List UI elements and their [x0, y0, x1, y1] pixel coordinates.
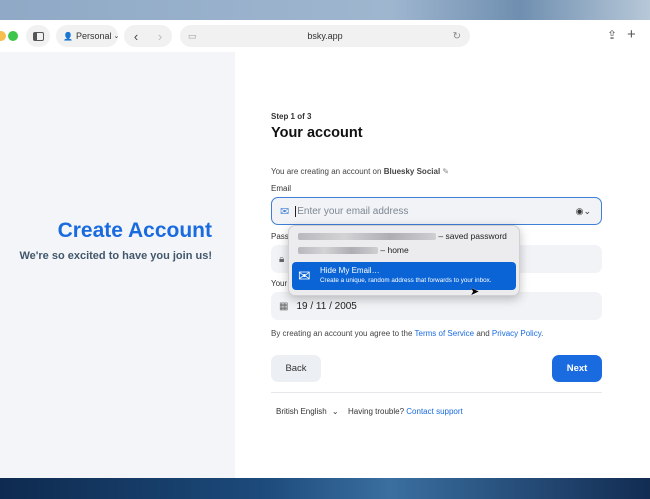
birth-date-input[interactable]: ▦ 19 / 11 / 2005 — [271, 292, 602, 320]
trouble-text: Having trouble? — [348, 407, 405, 416]
hide-my-email-description: Create a unique, random address that for… — [320, 277, 492, 284]
mouse-cursor-icon: ➤ — [470, 286, 480, 298]
email-label: Email — [271, 184, 292, 193]
email-input[interactable]: ✉ Enter your email address ◉⌄ — [271, 197, 602, 225]
language-value: British English — [276, 407, 327, 416]
welcome-subtitle: We're so excited to have you join us! — [19, 250, 212, 262]
share-icon[interactable]: ⇪ — [607, 28, 617, 42]
reload-icon[interactable]: ↻ — [453, 31, 461, 42]
help-line: Having trouble? Contact support — [348, 407, 463, 416]
back-nav-icon[interactable]: ‹ — [134, 29, 138, 44]
provider-line: You are creating an account on Bluesky S… — [271, 167, 449, 176]
autofill-home-item[interactable]: – home — [298, 245, 409, 255]
terms-line: By creating an account you agree to the … — [271, 329, 543, 338]
address-bar[interactable]: ▭ bsky.app ↻ — [180, 25, 470, 47]
birth-date-value: 19 / 11 / 2005 — [296, 300, 357, 312]
chevron-down-icon: ⌄ — [331, 407, 339, 416]
privacy-link[interactable]: Privacy Policy — [492, 329, 541, 338]
new-tab-icon[interactable]: + — [627, 26, 636, 43]
forward-nav-icon[interactable]: › — [158, 29, 162, 44]
profile-label: Personal — [75, 31, 112, 41]
calendar-icon: ▦ — [279, 300, 289, 312]
email-placeholder: Enter your email address — [297, 205, 409, 217]
sidebar-toggle-button[interactable] — [26, 25, 50, 47]
blurred-email — [298, 233, 436, 241]
envelope-icon: ✉ — [280, 205, 290, 218]
language-select[interactable]: British English ⌄ — [276, 407, 339, 416]
envelope-icon: ✉ — [298, 268, 311, 285]
edit-pencil-icon[interactable]: ✎ — [442, 167, 449, 176]
hide-my-email-item[interactable]: ✉ Hide My Email… Create a unique, random… — [292, 262, 516, 290]
autofill-popup: – saved password – home ✉ Hide My Email…… — [288, 225, 520, 296]
profile-button[interactable]: 👤 Personal ⌄ — [56, 25, 120, 47]
desktop-wallpaper — [0, 0, 650, 20]
left-panel — [0, 52, 235, 478]
sidebar-icon — [32, 31, 44, 41]
autofill-saved-password-item[interactable]: – saved password — [298, 231, 507, 241]
maximize-window-button[interactable] — [8, 31, 18, 41]
terms-and: and — [476, 329, 490, 338]
step-indicator: Step 1 of 3 — [271, 112, 312, 121]
home-suffix: – home — [380, 245, 409, 255]
form-heading: Your account — [271, 125, 363, 141]
provider-prefix: You are creating an account on — [271, 167, 382, 176]
chevron-down-icon: ⌄ — [113, 33, 120, 40]
terms-prefix: By creating an account you agree to the — [271, 329, 413, 338]
saved-password-suffix: – saved password — [438, 231, 507, 241]
terms-link[interactable]: Terms of Service — [415, 329, 475, 338]
lock-icon: 🔒︎ — [279, 253, 285, 265]
back-button[interactable]: Back — [271, 355, 321, 382]
autofill-contact-icon[interactable]: ◉⌄ — [576, 206, 591, 217]
provider-name: Bluesky Social — [383, 167, 441, 176]
person-icon: 👤 — [63, 31, 73, 41]
page-menu-icon: ▭ — [188, 30, 197, 41]
url-text: bsky.app — [307, 31, 343, 41]
blurred-email — [298, 247, 378, 255]
password-label: Pass — [271, 232, 289, 241]
birth-date-label: Your — [271, 279, 288, 288]
hide-my-email-title: Hide My Email… — [320, 266, 380, 275]
next-button[interactable]: Next — [552, 355, 602, 382]
nav-buttons: ‹ › — [124, 25, 172, 47]
contact-support-link[interactable]: Contact support — [406, 407, 462, 416]
divider — [271, 392, 602, 393]
desktop-wallpaper-bottom — [0, 478, 650, 499]
create-account-title: Create Account — [57, 219, 212, 242]
terms-period: . — [541, 329, 544, 338]
